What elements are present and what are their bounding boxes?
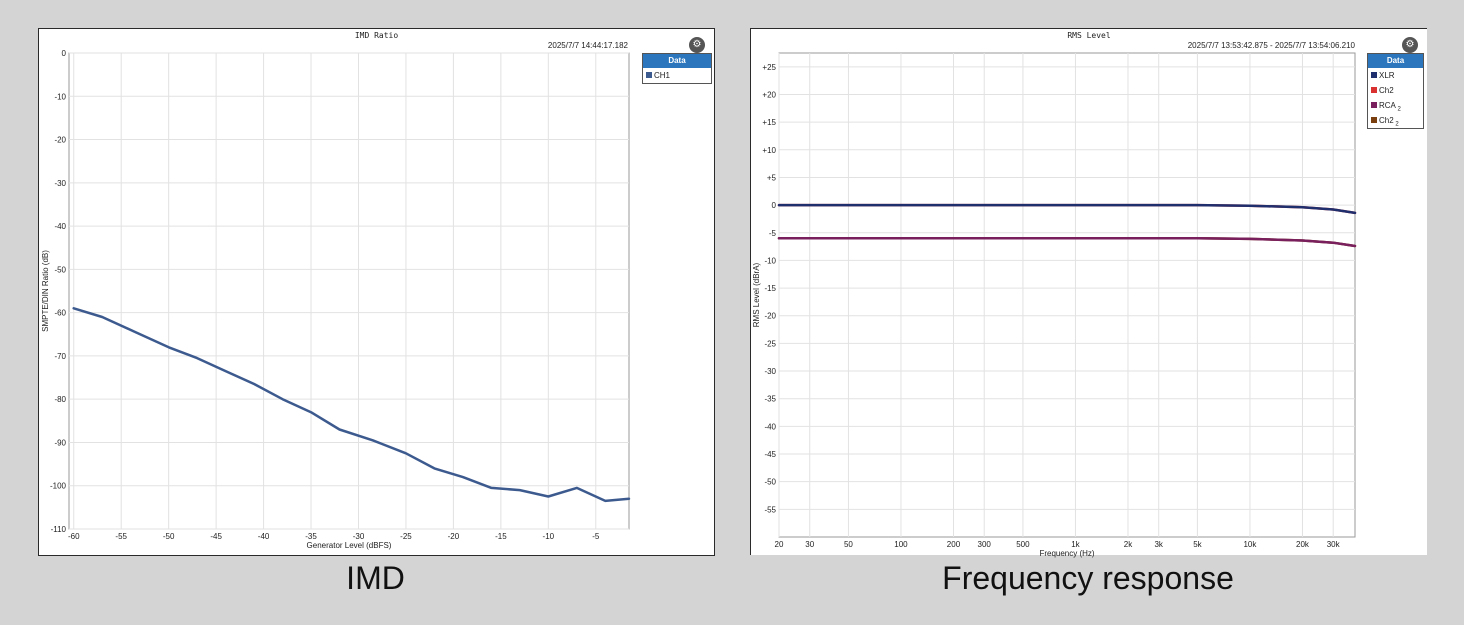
x-tick-label: 50 xyxy=(844,540,853,549)
y-tick-label: -25 xyxy=(764,339,776,348)
x-tick-label: 200 xyxy=(947,540,961,549)
x-axis-label: Frequency (Hz) xyxy=(1039,549,1094,558)
y-tick-label: 0 xyxy=(772,201,777,210)
x-tick-label: -35 xyxy=(305,532,317,541)
y-tick-label: 0 xyxy=(62,49,67,58)
legend-item[interactable]: Ch2 2 xyxy=(1368,113,1423,128)
imd-caption: IMD xyxy=(346,560,405,596)
legend-subscript: 2 xyxy=(1393,121,1399,128)
x-tick-label: -50 xyxy=(163,532,175,541)
x-tick-label: -55 xyxy=(115,532,127,541)
x-tick-label: -5 xyxy=(592,532,600,541)
y-tick-label: +20 xyxy=(762,90,776,99)
y-tick-label: -10 xyxy=(764,256,776,265)
x-tick-label: -30 xyxy=(353,532,365,541)
x-tick-label: -40 xyxy=(258,532,270,541)
x-tick-label: 20 xyxy=(775,540,784,549)
legend-subscript: 2 xyxy=(1395,106,1401,113)
y-tick-label: +5 xyxy=(767,173,777,182)
x-tick-label: -20 xyxy=(448,532,460,541)
x-tick-label: 20k xyxy=(1296,540,1310,549)
legend-item[interactable]: XLR xyxy=(1368,68,1423,83)
y-tick-label: -50 xyxy=(764,478,776,487)
x-tick-label: -10 xyxy=(543,532,555,541)
x-axis-label: Generator Level (dBFS) xyxy=(307,541,392,550)
y-tick-label: -60 xyxy=(54,309,66,318)
x-tick-label: -45 xyxy=(210,532,222,541)
legend-label: RCA xyxy=(1379,101,1396,110)
y-tick-label: -30 xyxy=(54,179,66,188)
frequency-response-caption: Frequency response xyxy=(942,560,1234,596)
y-tick-label: -70 xyxy=(54,352,66,361)
y-tick-label: -35 xyxy=(764,395,776,404)
y-tick-label: -20 xyxy=(54,136,66,145)
imd-legend: Data CH1 xyxy=(642,53,712,84)
plot-area xyxy=(68,52,630,530)
y-tick-label: -40 xyxy=(764,422,776,431)
y-tick-label: -50 xyxy=(54,265,66,274)
legend-item[interactable]: CH1 xyxy=(643,68,711,83)
x-tick-label: 100 xyxy=(894,540,908,549)
y-tick-label: -10 xyxy=(54,92,66,101)
frequency-panel: RMS Level 2025/7/7 13:53:42.875 - 2025/7… xyxy=(750,28,1427,558)
x-tick-label: -60 xyxy=(68,532,80,541)
y-tick-label: -5 xyxy=(769,229,777,238)
y-tick-label: -100 xyxy=(50,482,67,491)
legend-item[interactable]: RCA 2 xyxy=(1368,98,1423,113)
x-tick-label: 3k xyxy=(1154,540,1163,549)
imd-plot: -60 -55 -50 -45 -40 -35 -30 -25 -20 -15 -10 -50-10-… xyxy=(41,49,631,550)
x-tick-label: -25 xyxy=(400,532,412,541)
legend-swatch xyxy=(1371,87,1377,93)
y-tick-label: -40 xyxy=(54,222,66,231)
legend-label: XLR xyxy=(1379,71,1395,80)
y-axis-label: SMPTE/DIN Ratio (dB) xyxy=(41,250,50,332)
y-tick-label: -30 xyxy=(764,367,776,376)
x-tick-label: 5k xyxy=(1193,540,1202,549)
y-tick-label: -20 xyxy=(764,312,776,321)
plot-area xyxy=(778,52,1356,538)
y-tick-label: -15 xyxy=(764,284,776,293)
y-tick-label: -45 xyxy=(764,450,776,459)
y-tick-label: +10 xyxy=(762,146,776,155)
legend-label: Ch2 xyxy=(1379,86,1394,95)
legend-label: Ch2 xyxy=(1379,116,1394,125)
legend-title: Data xyxy=(643,54,711,68)
x-tick-label: 300 xyxy=(978,540,992,549)
x-tick-label: 500 xyxy=(1016,540,1030,549)
legend-title: Data xyxy=(1368,54,1423,68)
x-tick-label: 1k xyxy=(1071,540,1080,549)
y-tick-label: -55 xyxy=(764,505,776,514)
legend-item[interactable]: Ch2 xyxy=(1368,83,1423,98)
y-tick-label: -90 xyxy=(54,438,66,447)
freq-legend: Data XLR Ch2 RCA 2 Ch2 2 xyxy=(1367,53,1424,129)
legend-swatch xyxy=(646,72,652,78)
legend-swatch xyxy=(1371,72,1377,78)
legend-label: CH1 xyxy=(654,71,671,80)
imd-panel: IMD Ratio 2025/7/7 14:44:17.182 ⚙ AP -60… xyxy=(38,28,715,556)
y-tick-label: +15 xyxy=(762,118,776,127)
legend-swatch xyxy=(1371,102,1377,108)
x-tick-label: 30k xyxy=(1327,540,1341,549)
y-tick-label: +25 xyxy=(762,63,776,72)
y-axis-label: RMS Level (dBrA) xyxy=(752,262,761,327)
x-tick-label: 2k xyxy=(1124,540,1133,549)
frequency-plot: 20 30 50 100 200 300 500 1k 2k 3k 5k 10k 20k 30k +25 +2… xyxy=(752,52,1357,558)
legend-swatch xyxy=(1371,117,1377,123)
x-tick-label: 10k xyxy=(1243,540,1257,549)
y-tick-label: -80 xyxy=(54,395,66,404)
x-tick-label: 30 xyxy=(805,540,814,549)
x-tick-label: -15 xyxy=(495,532,507,541)
y-tick-label: -110 xyxy=(51,525,67,534)
